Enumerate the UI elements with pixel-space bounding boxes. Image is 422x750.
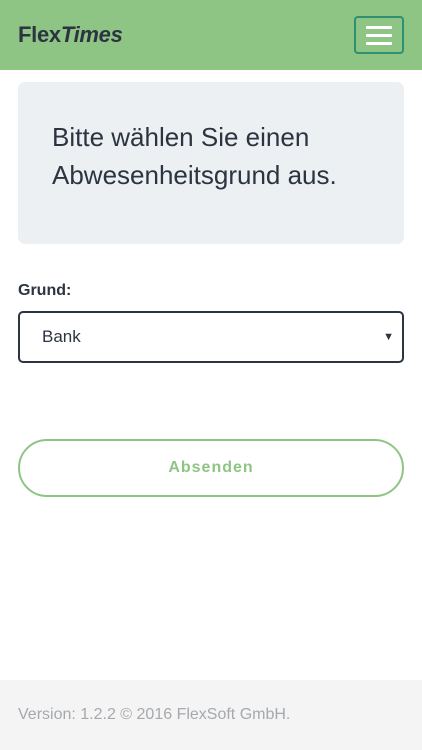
info-message: Bitte wählen Sie einen Abwesenheitsgrund… [52, 122, 337, 190]
reason-select[interactable]: Bank ▼ [18, 311, 404, 363]
hamburger-menu-icon [366, 33, 392, 37]
footer-version-text: Version: 1.2.2 © 2016 FlexSoft GmbH. [18, 706, 291, 723]
submit-button[interactable]: Absenden [18, 439, 404, 497]
info-panel: Bitte wählen Sie einen Abwesenheitsgrund… [18, 82, 404, 244]
brand-prefix: Flex [18, 22, 61, 47]
hamburger-menu-icon [366, 41, 392, 45]
caret-down-icon: ▼ [383, 331, 394, 343]
navbar: FlexTimes [0, 0, 422, 70]
hamburger-menu-icon [366, 25, 392, 29]
reason-selected-value: Bank [42, 327, 81, 346]
brand-suffix: Times [60, 22, 123, 47]
footer: Version: 1.2.2 © 2016 FlexSoft GmbH. [0, 680, 422, 750]
brand-logo[interactable]: FlexTimes [18, 22, 123, 48]
menu-toggle-button[interactable] [354, 16, 404, 54]
reason-label: Grund: [18, 282, 72, 299]
